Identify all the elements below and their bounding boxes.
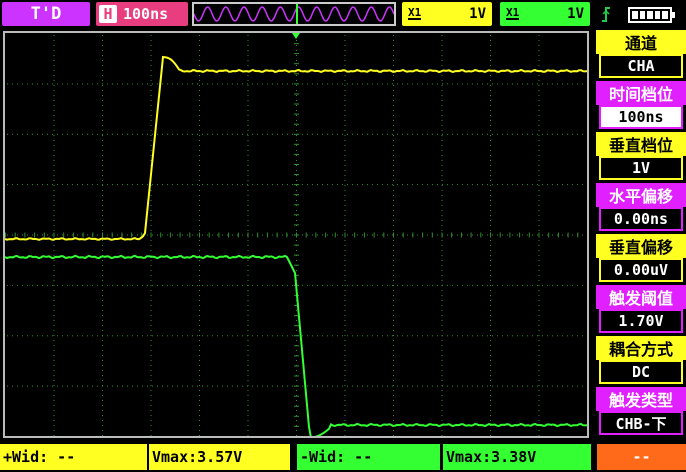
ch2-vmax-readout: Vmax:3.38V <box>443 444 591 470</box>
settings-panel: 通道 CHA 时间档位 100ns 垂直档位 1V 水平偏移 0.00ns 垂直… <box>596 30 686 438</box>
ch1-probe: X1 <box>408 6 422 20</box>
ch1-trace <box>5 55 587 241</box>
menu-item-horizontal-offset[interactable]: 水平偏移 0.00ns <box>596 183 686 233</box>
trigger-position-marker <box>292 33 300 39</box>
menu-item-vertical-offset[interactable]: 垂直偏移 0.00uV <box>596 234 686 284</box>
overview-wave-icon <box>194 4 394 24</box>
waveform-plot <box>5 33 587 436</box>
horizontal-icon: H <box>99 5 117 23</box>
menu-label: 通道 <box>596 30 686 54</box>
menu-value: CHB-下 <box>599 411 683 435</box>
extra-readout: -- <box>597 444 686 470</box>
menu-item-coupling[interactable]: 耦合方式 DC <box>596 336 686 386</box>
measurement-bar: +Wid: -- Vmax:3.57V -Wid: -- Vmax:3.38V … <box>0 444 686 472</box>
ch1-indicator[interactable]: X1 1V <box>402 2 492 26</box>
ch1-width-readout: +Wid: -- <box>0 444 147 470</box>
timebase-indicator[interactable]: H 100ns <box>96 2 188 26</box>
ch2-indicator[interactable]: X1 1V <box>500 2 590 26</box>
battery-icon <box>628 7 675 23</box>
menu-label: 触发阈值 <box>596 285 686 309</box>
waveform-overview[interactable] <box>192 2 396 26</box>
menu-value: CHA <box>599 54 683 78</box>
menu-label: 垂直偏移 <box>596 234 686 258</box>
status-bar: T'D H 100ns X1 1V X1 1V <box>0 0 686 28</box>
menu-item-timebase[interactable]: 时间档位 100ns <box>596 81 686 131</box>
ch2-volts: 1V <box>567 6 584 22</box>
ch2-width-readout: -Wid: -- <box>297 444 440 470</box>
timebase-value: 100ns <box>123 5 169 23</box>
ch2-probe: X1 <box>506 6 520 20</box>
trigger-mode-button[interactable]: T'D <box>2 2 90 26</box>
menu-value: 100ns <box>599 105 683 129</box>
ch1-volts: 1V <box>469 6 486 22</box>
menu-item-channel[interactable]: 通道 CHA <box>596 30 686 80</box>
ch1-vmax-readout: Vmax:3.57V <box>149 444 290 470</box>
trigger-mode-label: T'D <box>30 4 62 24</box>
scope-display[interactable] <box>3 31 589 438</box>
menu-label: 耦合方式 <box>596 336 686 360</box>
menu-value: DC <box>599 360 683 384</box>
menu-item-trigger-type[interactable]: 触发类型 CHB-下 <box>596 387 686 437</box>
trigger-edge-icon <box>598 2 614 26</box>
menu-value: 0.00ns <box>599 207 683 231</box>
menu-label: 时间档位 <box>596 81 686 105</box>
menu-item-trigger-threshold[interactable]: 触发阈值 1.70V <box>596 285 686 335</box>
menu-value: 0.00uV <box>599 258 683 282</box>
menu-label: 垂直档位 <box>596 132 686 156</box>
menu-label: 水平偏移 <box>596 183 686 207</box>
menu-label: 触发类型 <box>596 387 686 411</box>
menu-value: 1.70V <box>599 309 683 333</box>
menu-value: 1V <box>599 156 683 180</box>
menu-item-vertical-scale[interactable]: 垂直档位 1V <box>596 132 686 182</box>
